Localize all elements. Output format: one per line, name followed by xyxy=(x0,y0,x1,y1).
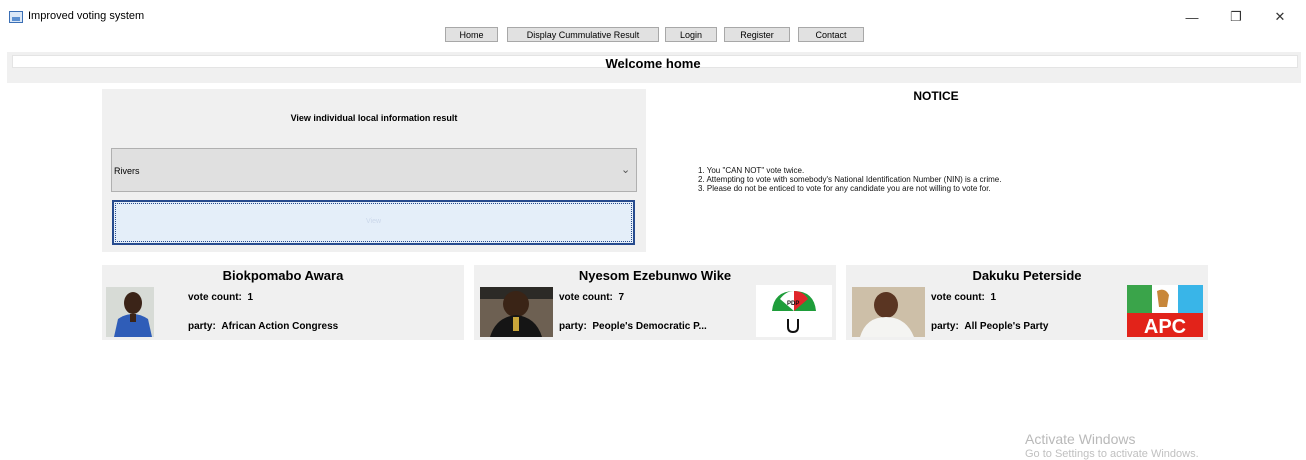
party-value: All People's Party xyxy=(964,321,1049,332)
restore-button[interactable]: ❐ xyxy=(1213,4,1259,30)
local-result-title: View individual local information result xyxy=(290,113,458,123)
app-icon xyxy=(9,11,23,23)
candidate-photo xyxy=(106,287,154,337)
nav-cumulative-result-button[interactable]: Display Cummulative Result xyxy=(507,27,659,42)
vote-count-value: 1 xyxy=(990,292,997,303)
apc-logo-icon: APC xyxy=(1127,285,1203,337)
party-label: party: All People's Party xyxy=(931,321,1049,332)
party-value: African Action Congress xyxy=(221,321,339,332)
apc-logo-text: APC xyxy=(1144,316,1186,337)
notice-item: 2. Attempting to vote with somebody's Na… xyxy=(698,175,1002,184)
candidate-photo xyxy=(480,287,553,337)
notice-item: 1. You "CAN NOT" vote twice. xyxy=(698,166,805,175)
party-label: party: African Action Congress xyxy=(188,321,339,332)
minimize-button[interactable]: — xyxy=(1169,4,1215,30)
view-result-button-label: View xyxy=(365,218,382,225)
nav-home-button[interactable]: Home xyxy=(445,27,498,42)
svg-text:PDP: PDP xyxy=(787,301,799,307)
party-value: People's Democratic P... xyxy=(592,321,707,332)
vote-count-label: vote count: 7 xyxy=(559,292,625,303)
chevron-down-icon[interactable]: ⌄ xyxy=(621,163,630,176)
notice-item: 3. Please do not be enticed to vote for … xyxy=(698,184,991,193)
nav-login-button[interactable]: Login xyxy=(665,27,717,42)
page-title: Welcome home xyxy=(605,56,701,71)
candidate-name: Biokpomabo Awara xyxy=(222,268,344,283)
close-button[interactable]: ✕ xyxy=(1257,4,1303,30)
candidate-name: Dakuku Peterside xyxy=(972,268,1082,283)
party-label: party: People's Democratic P... xyxy=(559,321,707,332)
state-select-value: Rivers xyxy=(114,166,140,176)
candidate-name: Nyesom Ezebunwo Wike xyxy=(578,268,732,283)
notice-title: NOTICE xyxy=(913,89,959,103)
vote-count-value: 7 xyxy=(618,292,625,303)
candidate-photo xyxy=(852,287,925,337)
activation-watermark-subtitle: Go to Settings to activate Windows. xyxy=(1025,448,1199,460)
activation-watermark-title: Activate Windows xyxy=(1025,431,1136,447)
nav-register-button[interactable]: Register xyxy=(724,27,790,42)
vote-count-label: vote count: 1 xyxy=(188,292,254,303)
window-title: Improved voting system xyxy=(28,10,145,22)
state-select[interactable] xyxy=(111,148,637,192)
pdp-logo-icon: PDP xyxy=(756,285,832,337)
vote-count-value: 1 xyxy=(247,292,254,303)
nav-contact-button[interactable]: Contact xyxy=(798,27,864,42)
vote-count-label: vote count: 1 xyxy=(931,292,997,303)
